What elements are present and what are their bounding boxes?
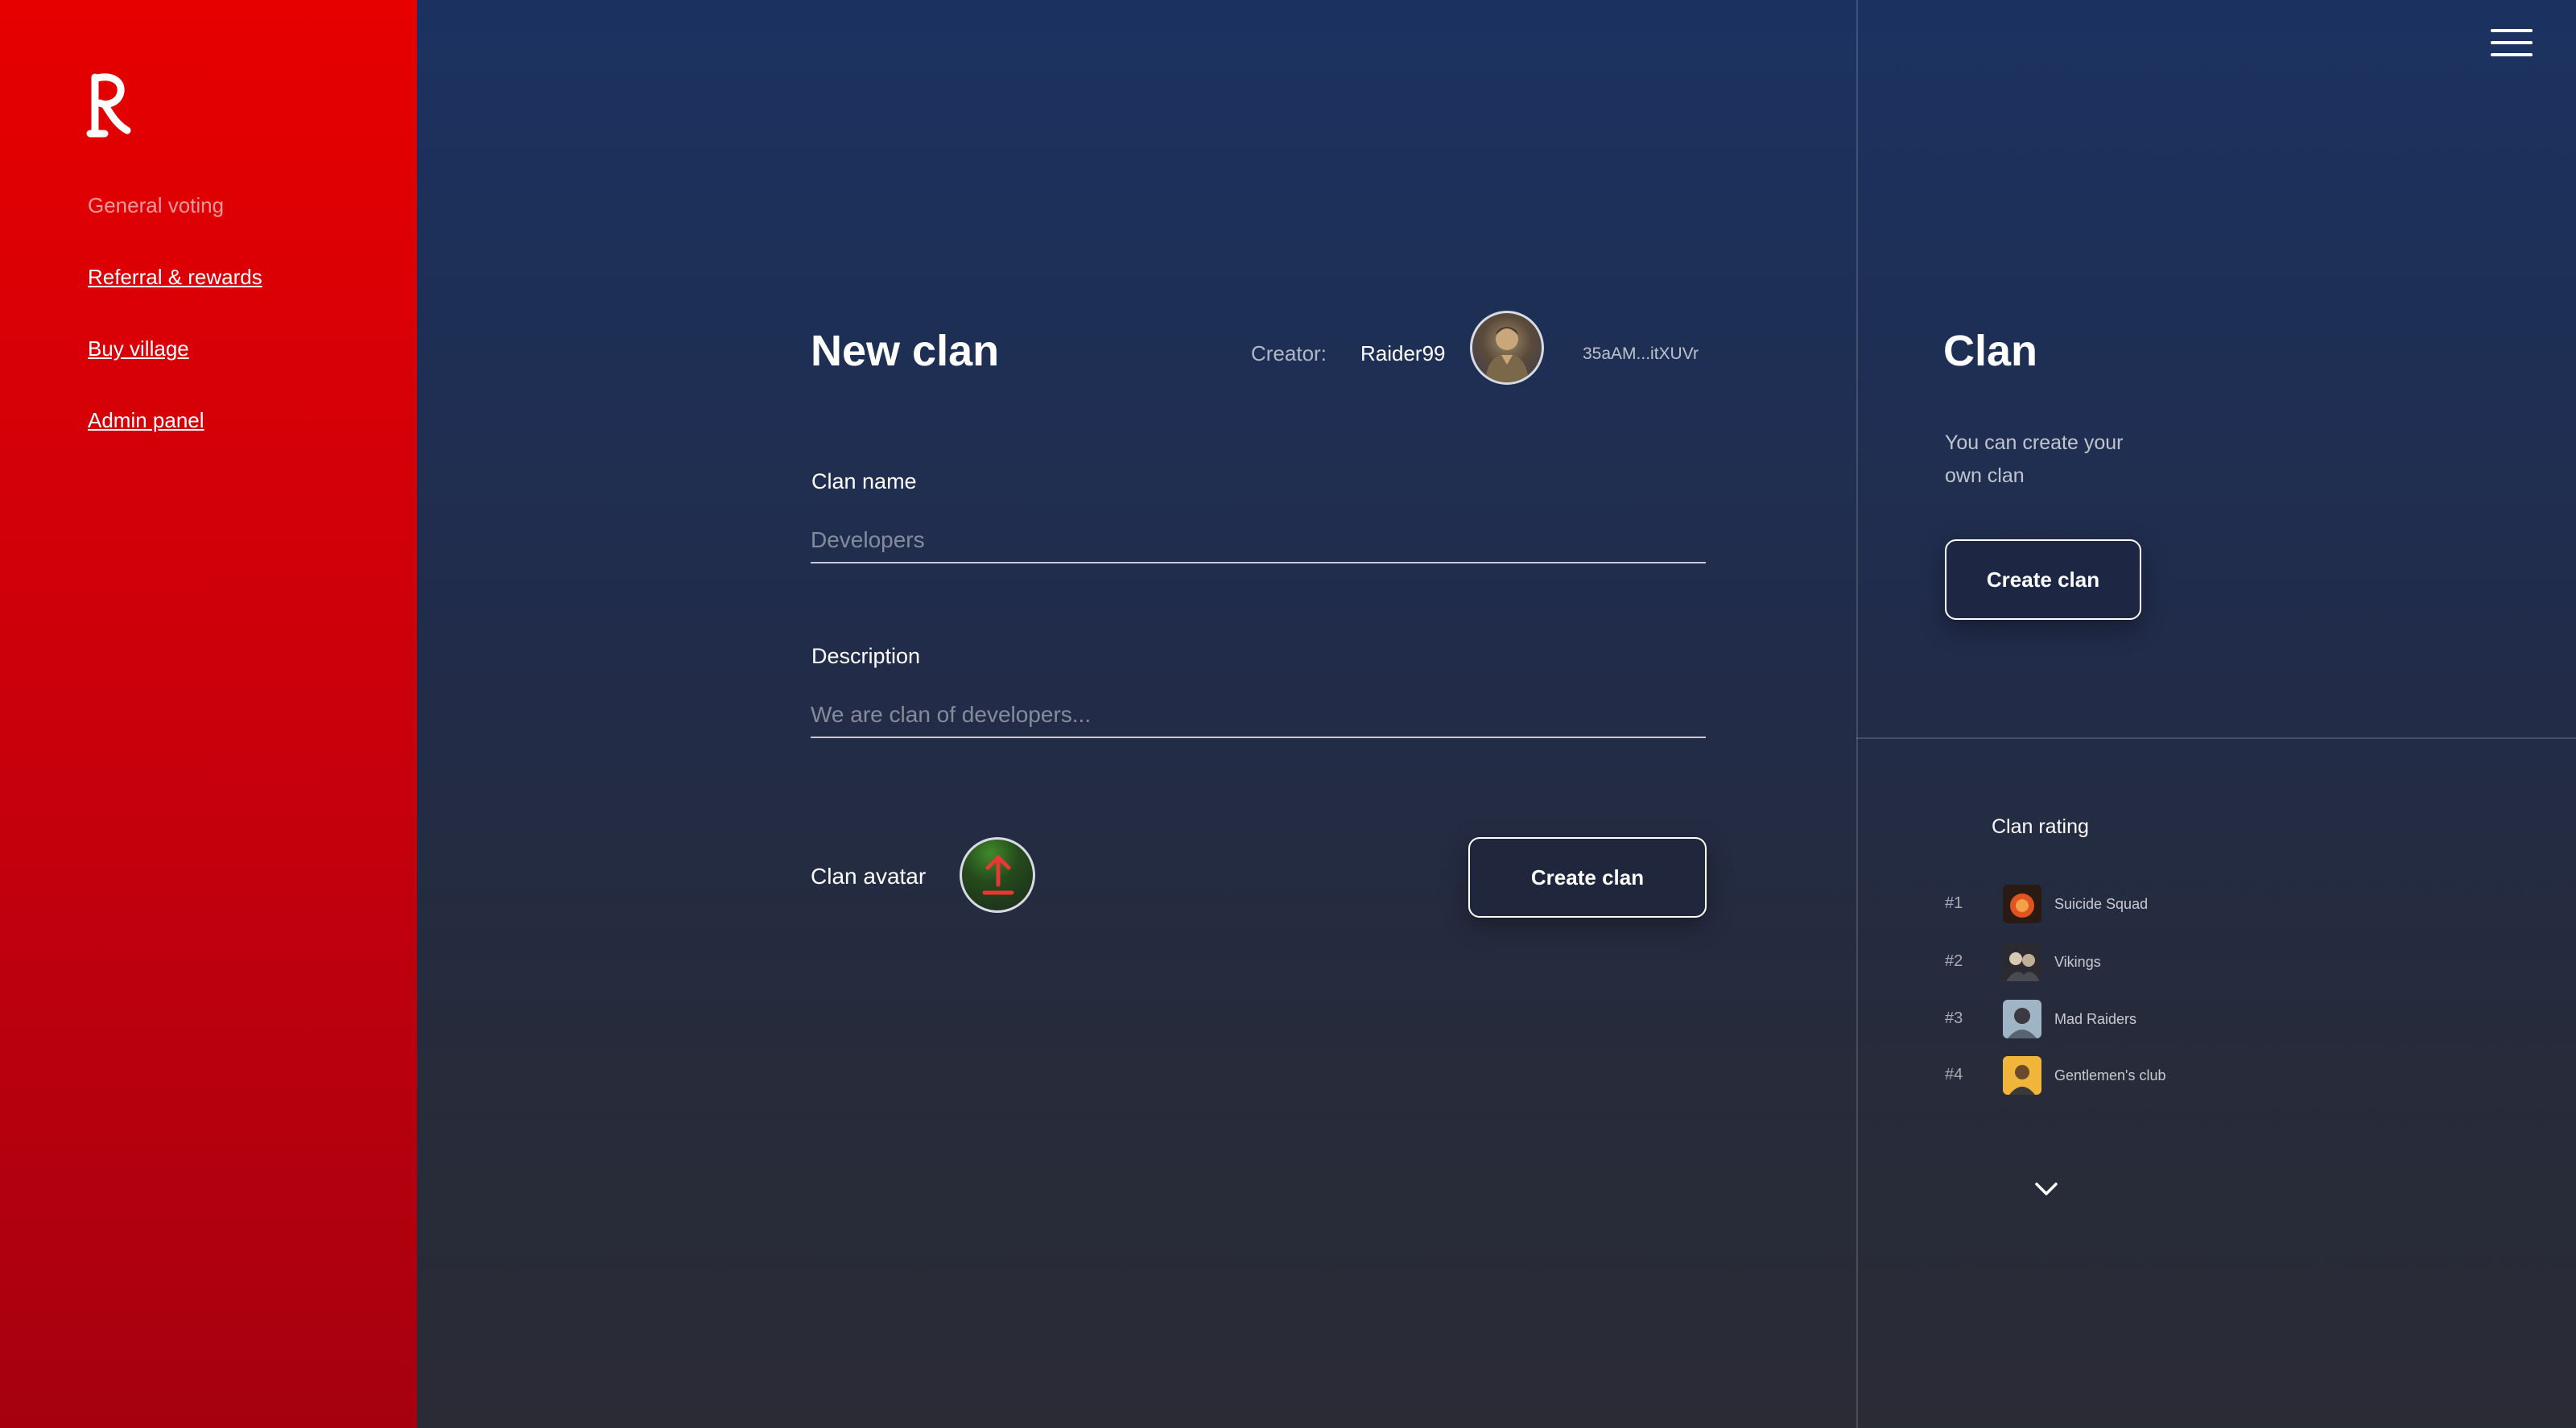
- logo-icon[interactable]: [84, 71, 135, 138]
- sidebar-item-buy-village[interactable]: Buy village: [88, 336, 262, 361]
- creator-address: 35aAM...itXUVr: [1583, 345, 1699, 363]
- rank: #3: [1945, 1009, 1963, 1027]
- clan-icon: [2003, 1056, 2041, 1095]
- hamburger-menu-icon[interactable]: [2491, 29, 2533, 60]
- creator-label: Creator:: [1251, 341, 1327, 365]
- clan-rating-title: Clan rating: [1992, 815, 2089, 838]
- clan-icon: [2003, 943, 2041, 981]
- clan-icon: [2003, 885, 2041, 923]
- right-panel: [1856, 0, 2576, 1428]
- clan-name: Mad Raiders: [2054, 1011, 2137, 1027]
- description-input[interactable]: [811, 693, 1706, 738]
- clan-name: Suicide Squad: [2054, 896, 2149, 912]
- creator-name: Raider99: [1360, 341, 1446, 365]
- clan-name: Gentlemen's club: [2054, 1067, 2166, 1083]
- side-create-clan-button[interactable]: Create clan: [1945, 539, 2141, 620]
- person-icon: [1485, 327, 1529, 382]
- list-item[interactable]: #1 Suicide Squad: [1943, 885, 2233, 925]
- list-item[interactable]: #2 Vikings: [1943, 943, 2233, 983]
- list-item[interactable]: #4 Gentlemen's club: [1943, 1056, 2233, 1096]
- clan-icon: [2003, 1000, 2041, 1038]
- sidebar: General voting Referral & rewards Buy vi…: [0, 0, 417, 1428]
- clan-name-input[interactable]: [811, 518, 1706, 563]
- list-item[interactable]: #3 Mad Raiders: [1943, 1000, 2233, 1040]
- rank: #4: [1945, 1066, 1963, 1083]
- sidebar-nav: General voting Referral & rewards Buy vi…: [88, 193, 262, 480]
- clan-name: Vikings: [2054, 954, 2101, 970]
- side-title: Clan: [1943, 327, 2038, 375]
- clan-name-label: Clan name: [811, 469, 917, 493]
- rank: #1: [1945, 894, 1963, 912]
- create-clan-button[interactable]: Create clan: [1468, 837, 1707, 918]
- rank: #2: [1945, 952, 1963, 970]
- clan-avatar-upload[interactable]: [960, 837, 1035, 913]
- sidebar-item-referral-rewards[interactable]: Referral & rewards: [88, 265, 262, 289]
- divider: [1856, 737, 2576, 739]
- sidebar-item-admin-panel[interactable]: Admin panel: [88, 408, 262, 432]
- creator-avatar: [1470, 311, 1544, 385]
- sidebar-item-general-voting[interactable]: General voting: [88, 193, 262, 217]
- description-label: Description: [811, 644, 921, 668]
- side-description: You can create your own clan: [1945, 431, 2124, 487]
- upload-icon: [982, 855, 1014, 895]
- page-title: New clan: [811, 327, 1000, 375]
- chevron-down-icon[interactable]: [2033, 1180, 2059, 1198]
- clan-avatar-label: Clan avatar: [811, 864, 927, 889]
